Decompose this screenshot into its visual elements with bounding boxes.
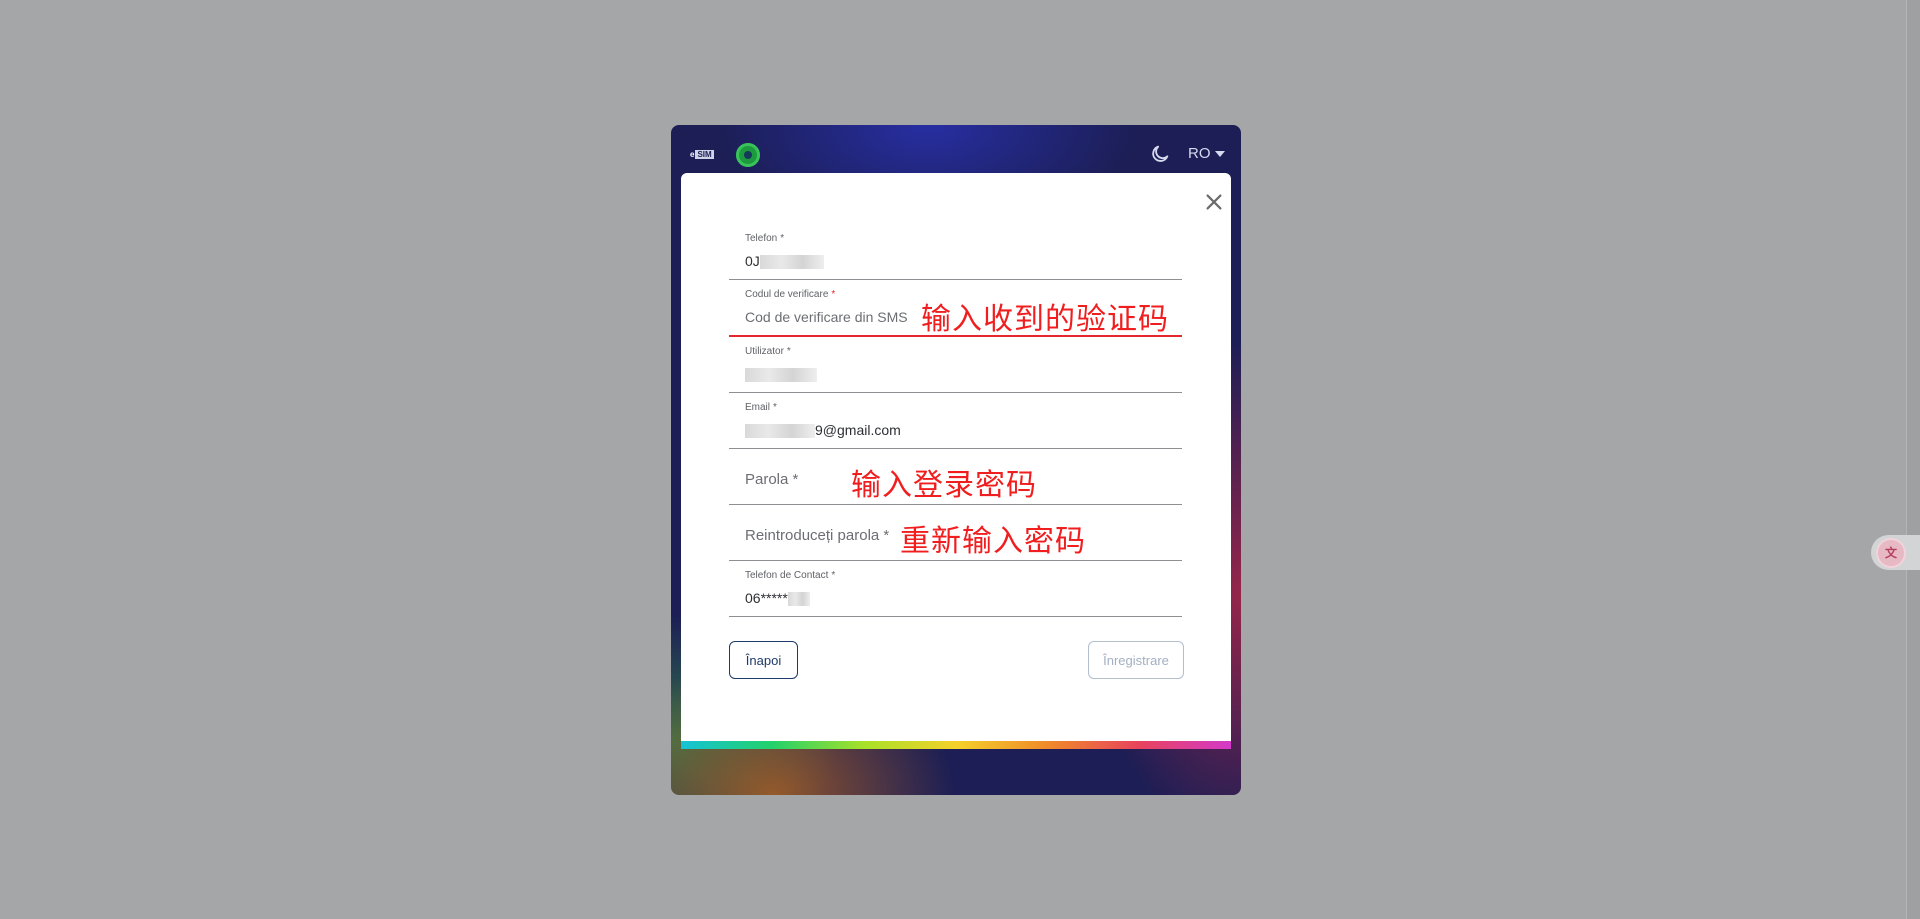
chevron-down-icon xyxy=(1214,150,1225,157)
contact-phone-value: 06***** xyxy=(745,590,788,606)
brand-circle-icon xyxy=(736,143,760,167)
email-label: Email xyxy=(745,402,771,413)
annotation-repeat-password: 重新输入密码 xyxy=(900,524,1086,559)
repeat-password-label: Reintroduceți parola xyxy=(745,527,880,544)
annotation-password: 输入登录密码 xyxy=(851,468,1037,503)
language-label: RO xyxy=(1188,145,1211,162)
redacted-contact xyxy=(787,592,810,607)
username-field[interactable]: Utilizator * xyxy=(729,336,1182,393)
verification-code-placeholder: Cod de verificare din SMS xyxy=(745,309,908,325)
register-modal: Telefon * 0J Codul de verificare * Cod de … xyxy=(681,173,1231,744)
app-frame: e SIM RO Telefon * 0J Codul de verificare *… xyxy=(671,125,1241,795)
contact-phone-field[interactable]: Telefon de Contact * 06***** xyxy=(729,560,1182,617)
annotation-code: 输入收到的验证码 xyxy=(921,302,1169,337)
phone-value: 0J xyxy=(745,253,760,269)
page-scrollbar[interactable] xyxy=(1906,0,1920,919)
close-icon[interactable] xyxy=(1203,191,1225,213)
esim-logo: e SIM xyxy=(690,150,714,159)
phone-label: Telefon xyxy=(745,233,778,244)
language-selector[interactable]: RO xyxy=(1188,145,1225,162)
redacted-email xyxy=(745,424,815,439)
redacted-username xyxy=(745,368,817,383)
translate-widget[interactable]: 文 xyxy=(1871,535,1920,570)
password-label: Parola xyxy=(745,471,789,488)
top-bar: e SIM RO xyxy=(671,125,1241,173)
redacted-phone xyxy=(759,255,824,270)
back-button[interactable]: Înapoi xyxy=(729,641,798,679)
phone-field[interactable]: Telefon * 0J xyxy=(729,223,1182,280)
email-value: 9@gmail.com xyxy=(815,422,901,438)
translate-icon[interactable]: 文 xyxy=(1876,537,1906,568)
email-field[interactable]: Email * 9@gmail.com xyxy=(729,392,1182,449)
username-label: Utilizator xyxy=(745,346,784,357)
rainbow-strip xyxy=(681,741,1231,749)
moon-icon[interactable] xyxy=(1149,143,1171,165)
contact-phone-label: Telefon de Contact xyxy=(745,570,829,581)
verification-code-label: Codul de verificare xyxy=(745,289,829,300)
register-button[interactable]: Înregistrare xyxy=(1088,641,1184,679)
